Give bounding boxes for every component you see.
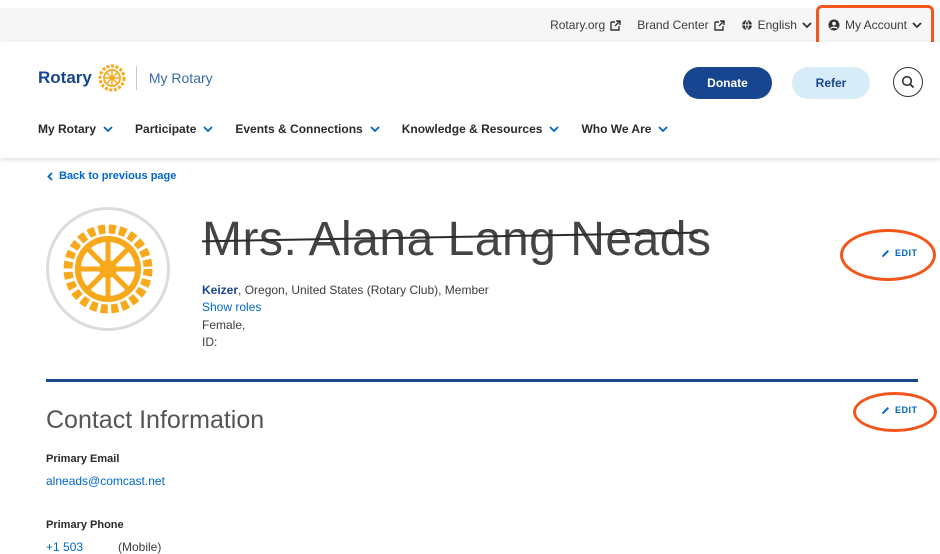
brand-center-link[interactable]: Brand Center xyxy=(637,18,725,32)
rotary-org-link[interactable]: Rotary.org xyxy=(550,18,621,32)
rotary-org-label: Rotary.org xyxy=(550,18,606,32)
site-header: Rotary My Rotary Donate Refer My Rotary … xyxy=(0,42,940,158)
logo-area: Rotary My Rotary xyxy=(38,64,213,92)
my-account-menu[interactable]: My Account xyxy=(828,18,922,32)
show-roles-link[interactable]: Show roles xyxy=(202,300,261,314)
my-account-label: My Account xyxy=(844,18,907,32)
edit-label: EDIT xyxy=(895,248,918,258)
chevron-down-icon xyxy=(370,125,380,132)
club-info: Keizer, Oregon, United States (Rotary Cl… xyxy=(202,283,489,297)
rotary-logo-text[interactable]: Rotary xyxy=(38,68,92,88)
rotary-wheel-icon xyxy=(63,224,153,314)
back-link[interactable]: Back to previous page xyxy=(47,170,176,182)
search-icon xyxy=(901,75,915,89)
main-nav: My Rotary Participate Events & Connectio… xyxy=(38,122,690,136)
nav-item-who-we-are[interactable]: Who We Are xyxy=(581,122,669,136)
chevron-down-icon xyxy=(802,21,812,28)
language-label: English xyxy=(757,18,797,32)
primary-email-label: Primary Email xyxy=(46,453,120,465)
primary-phone-label: Primary Phone xyxy=(46,519,124,531)
chevron-down-icon xyxy=(103,125,113,132)
nav-label: Participate xyxy=(135,122,197,136)
edit-label: EDIT xyxy=(895,405,918,415)
primary-phone-value[interactable]: +1 503 xyxy=(46,540,83,554)
avatar xyxy=(46,207,170,331)
club-name-link[interactable]: Keizer xyxy=(202,283,238,297)
search-button[interactable] xyxy=(893,67,923,97)
club-details: , Oregon, United States (Rotary Club), M… xyxy=(238,283,489,297)
my-rotary-home-link[interactable]: My Rotary xyxy=(149,70,213,86)
logo-divider xyxy=(135,66,137,90)
utility-bar: Rotary.org Brand Center English My Accou… xyxy=(0,8,940,42)
chevron-down-icon xyxy=(549,125,560,132)
gender-text: Female, xyxy=(202,318,246,332)
rotary-wheel-icon xyxy=(98,64,126,92)
nav-item-my-rotary[interactable]: My Rotary xyxy=(38,122,113,136)
contact-section-title: Contact Information xyxy=(46,406,265,434)
section-divider xyxy=(46,379,918,382)
nav-label: My Rotary xyxy=(38,122,97,136)
nav-item-participate[interactable]: Participate xyxy=(135,122,214,136)
nav-item-knowledge-resources[interactable]: Knowledge & Resources xyxy=(402,122,560,136)
nav-label: Who We Are xyxy=(581,122,652,136)
external-link-icon xyxy=(713,19,725,31)
globe-icon xyxy=(741,19,752,31)
pencil-icon xyxy=(882,406,889,414)
refer-button[interactable]: Refer xyxy=(792,67,870,99)
user-icon xyxy=(828,19,840,31)
external-link-icon xyxy=(610,19,621,31)
member-id: ID: xyxy=(202,335,218,349)
edit-contact-button[interactable]: EDIT xyxy=(881,405,918,415)
chevron-down-icon xyxy=(658,125,669,132)
phone-type: (Mobile) xyxy=(118,540,162,554)
chevron-left-icon xyxy=(47,171,53,181)
chevron-down-icon xyxy=(912,21,922,28)
chevron-down-icon xyxy=(203,125,214,132)
edit-profile-button[interactable]: EDIT xyxy=(881,248,918,258)
nav-label: Events & Connections xyxy=(235,122,363,136)
donate-button[interactable]: Donate xyxy=(683,67,772,99)
pencil-icon xyxy=(882,249,889,257)
nav-label: Knowledge & Resources xyxy=(401,122,543,136)
back-link-label: Back to previous page xyxy=(59,170,177,182)
nav-item-events-connections[interactable]: Events & Connections xyxy=(235,122,380,136)
language-selector[interactable]: English xyxy=(741,18,812,32)
primary-email-value[interactable]: alneads@comcast.net xyxy=(46,474,165,488)
brand-center-label: Brand Center xyxy=(637,18,709,32)
